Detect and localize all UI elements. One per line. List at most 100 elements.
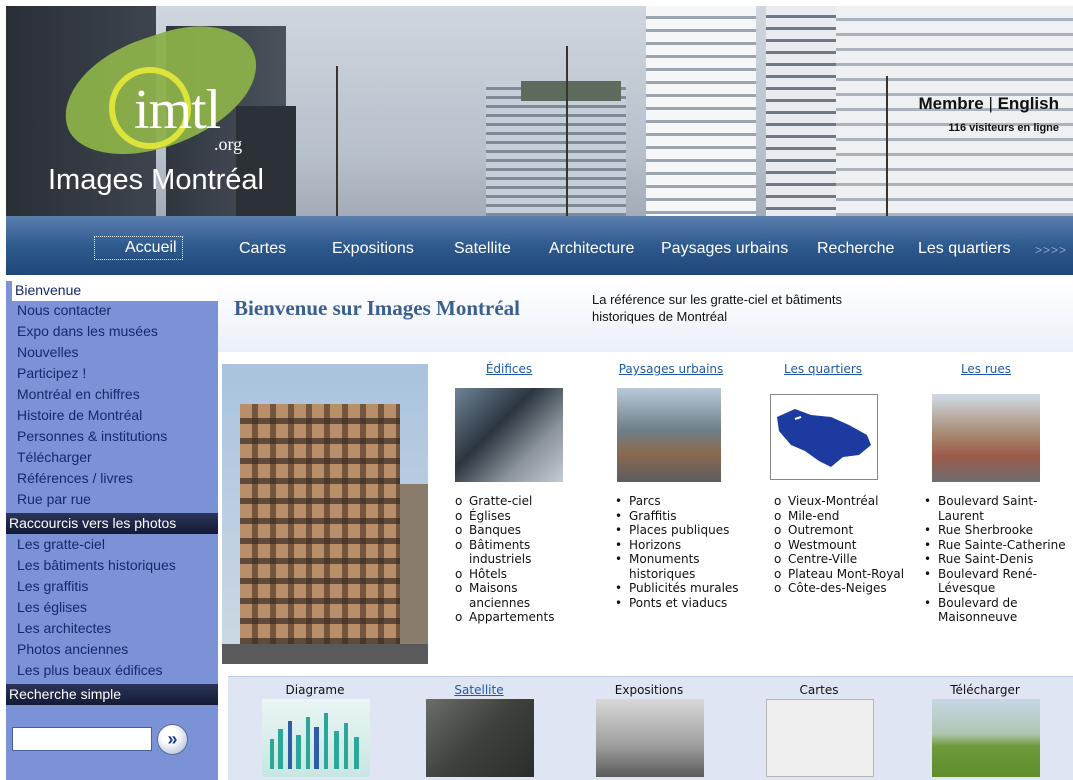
sidebar-link-participez[interactable]: Participez ! [17, 365, 86, 381]
feature-diagrame: Diagrame [256, 683, 374, 697]
street-corner-photo-icon[interactable] [932, 394, 1040, 482]
feature-label-satellite[interactable]: Satellite [420, 683, 538, 697]
list-item[interactable]: Publicités murales [612, 581, 762, 596]
feature-expositions: Expositions [590, 683, 708, 697]
sidebar-link-chiffres[interactable]: Montréal en chiffres [17, 386, 140, 402]
list-item[interactable]: Rue Sherbrooke [921, 523, 1071, 538]
park-photo-thumbnail-icon[interactable] [932, 699, 1040, 777]
nav-cartes[interactable]: Cartes [239, 240, 286, 258]
banner-building [486, 81, 626, 226]
satellite-thumbnail-icon[interactable] [426, 699, 534, 777]
category-quartiers: Les quartiers [778, 362, 868, 376]
logo-mtl: mtl [148, 79, 222, 141]
visitors-online: 116 visiteurs en ligne [948, 122, 1059, 134]
shortcut-batiments-historiques[interactable]: Les bâtiments historiques [17, 557, 176, 573]
list-item[interactable]: Boulevard de Maisonneuve [921, 596, 1071, 625]
feature-label-telecharger: Télécharger [950, 683, 1020, 697]
sidebar-link-telecharger[interactable]: Télécharger [17, 449, 92, 465]
shortcut-eglises[interactable]: Les églises [17, 599, 87, 615]
category-title-paysages[interactable]: Paysages urbains [612, 362, 730, 376]
featured-building-photo[interactable] [222, 364, 428, 664]
list-item[interactable]: Côte-des-Neiges [771, 581, 921, 596]
list-item[interactable]: Monuments historiques [612, 552, 762, 581]
category-list-paysages: Parcs Graffitis Places publiques Horizon… [612, 494, 762, 610]
welcome-box: Bienvenue sur Images Montréal La référen… [218, 281, 1073, 352]
nav-expositions[interactable]: Expositions [332, 240, 414, 258]
search-input[interactable] [12, 727, 152, 751]
search-heading: Recherche simple [6, 684, 218, 705]
adjacent-building [400, 484, 428, 654]
list-item[interactable]: Boulevard René-Lévesque [921, 567, 1071, 596]
nav-recherche[interactable]: Recherche [817, 240, 894, 258]
member-link[interactable]: Membre [919, 94, 984, 113]
list-item[interactable]: Appartements [452, 610, 582, 625]
list-item[interactable]: Horizons [612, 538, 762, 553]
nav-architecture[interactable]: Architecture [549, 240, 634, 258]
list-item[interactable]: Ponts et viaducs [612, 596, 762, 611]
shortcut-beaux-edifices[interactable]: Les plus beaux édifices [17, 662, 163, 678]
main-nav: Accueil Cartes Expositions Satellite Arc… [6, 216, 1073, 275]
list-item[interactable]: Maisons anciennes [452, 581, 582, 610]
list-item[interactable]: Bâtiments industriels [452, 538, 582, 567]
english-link[interactable]: English [998, 94, 1059, 113]
list-item[interactable]: Mile-end [771, 509, 921, 524]
category-edifices: Édifices [462, 362, 556, 376]
search-submit-button[interactable]: » [157, 724, 188, 755]
logo-text: imtl [134, 79, 222, 141]
list-item[interactable]: Vieux-Montréal [771, 494, 921, 509]
category-list-edifices: Gratte-ciel Églises Banques Bâtiments in… [452, 494, 582, 625]
category-title-rues[interactable]: Les rues [944, 362, 1028, 376]
nav-les-quartiers[interactable]: Les quartiers [918, 240, 1011, 258]
list-item[interactable]: Gratte-ciel [452, 494, 582, 509]
feature-telecharger: Télécharger [926, 683, 1044, 697]
sidebar-link-personnes[interactable]: Personnes & institutions [17, 428, 167, 444]
sidebar-link-rue-par-rue[interactable]: Rue par rue [17, 491, 91, 507]
list-item[interactable]: Rue Sainte-Catherine [921, 538, 1071, 553]
list-item[interactable]: Boulevard Saint-Laurent [921, 494, 1071, 523]
list-item[interactable]: Westmount [771, 538, 921, 553]
member-links: Membre | English [919, 94, 1059, 114]
list-item[interactable]: Plateau Mont-Royal [771, 567, 921, 582]
list-item[interactable]: Places publiques [612, 523, 762, 538]
list-item[interactable]: Outremont [771, 523, 921, 538]
nav-more-arrows[interactable]: >>>> [1035, 243, 1067, 257]
nav-accueil[interactable]: Accueil [94, 236, 183, 260]
sidebar-link-expo[interactable]: Expo dans les musées [17, 323, 158, 339]
sidebar-link-references[interactable]: Références / livres [17, 470, 133, 486]
shortcut-gratte-ciel[interactable]: Les gratte-ciel [17, 536, 105, 552]
sidebar-link-contact[interactable]: Nous contacter [17, 302, 111, 318]
category-paysages: Paysages urbains [612, 362, 730, 376]
banner-building [836, 6, 1073, 226]
category-title-edifices[interactable]: Édifices [462, 362, 556, 376]
list-item[interactable]: Banques [452, 523, 582, 538]
list-item[interactable]: Graffitis [612, 509, 762, 524]
list-item[interactable]: Rue Saint-Denis [921, 552, 1071, 567]
shortcuts-heading: Raccourcis vers les photos [6, 513, 218, 534]
diagram-thumbnail-icon[interactable] [262, 699, 370, 777]
banner-building [766, 6, 846, 226]
nav-satellite[interactable]: Satellite [454, 240, 511, 258]
welcome-subtitle: La référence sur les gratte-ciel et bâti… [592, 292, 843, 324]
old-map-thumbnail-icon[interactable] [766, 699, 874, 777]
bottom-features-bar: Diagrame Satellite Expositions Cartes Té… [228, 676, 1073, 780]
building-photo-icon[interactable] [455, 388, 563, 482]
street-photo-icon[interactable] [617, 388, 721, 482]
island-map-icon[interactable] [770, 394, 878, 480]
list-item[interactable]: Centre-Ville [771, 552, 921, 567]
sidebar-link-nouvelles[interactable]: Nouvelles [17, 344, 78, 360]
shortcut-photos-anciennes[interactable]: Photos anciennes [17, 641, 128, 657]
category-list-quartiers: Vieux-Montréal Mile-end Outremont Westmo… [771, 494, 921, 596]
list-item[interactable]: Hôtels [452, 567, 582, 582]
shortcut-architectes[interactable]: Les architectes [17, 620, 111, 636]
sidebar-link-histoire[interactable]: Histoire de Montréal [17, 407, 142, 423]
island-map-svg [777, 409, 871, 467]
sidebar-link-bienvenue[interactable]: Bienvenue [15, 282, 81, 298]
list-item[interactable]: Églises [452, 509, 582, 524]
feature-label-cartes: Cartes [799, 683, 839, 697]
category-title-quartiers[interactable]: Les quartiers [778, 362, 868, 376]
shortcut-graffitis[interactable]: Les graffitis [17, 578, 88, 594]
nav-paysages-urbains[interactable]: Paysages urbains [661, 240, 788, 258]
church-photo-thumbnail-icon[interactable] [596, 699, 704, 777]
list-item[interactable]: Parcs [612, 494, 762, 509]
member-separator: | [988, 94, 993, 113]
